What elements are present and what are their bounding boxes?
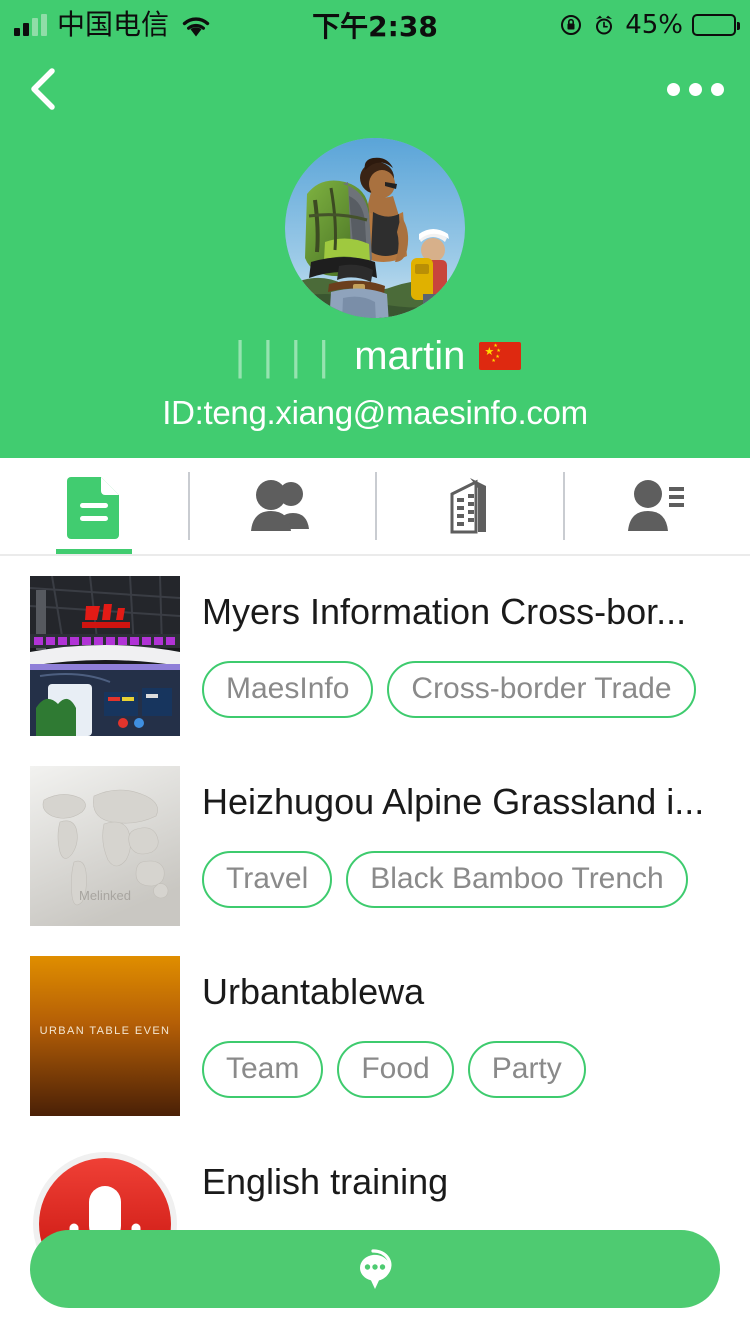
- people-group-icon: [247, 477, 315, 535]
- thumbnail-caption: URBAN TABLE EVEN: [40, 1025, 171, 1037]
- tag[interactable]: Black Bamboo Trench: [346, 851, 688, 908]
- list-item-tags: Travel Black Bamboo Trench: [202, 851, 750, 908]
- carrier-label: 中国电信: [57, 8, 170, 41]
- exhibition-booth-photo: [30, 576, 180, 736]
- person-list-icon: [625, 477, 687, 535]
- thumbnail-watermark: Melinked: [79, 888, 131, 903]
- status-bar-right: 45%: [559, 10, 740, 40]
- name-prefix-glyphs: ||||: [228, 334, 341, 378]
- status-bar: 中国电信 下午2:38 45%: [0, 0, 750, 50]
- urban-table-gradient: URBAN TABLE EVEN: [30, 956, 180, 1116]
- china-flag-icon: ★ ★ ★ ★ ★: [479, 342, 522, 370]
- tab-company[interactable]: [375, 458, 563, 554]
- avatar[interactable]: [285, 138, 465, 318]
- battery-icon: [692, 14, 740, 36]
- tab-bar: [0, 458, 750, 556]
- tag[interactable]: Party: [467, 1041, 586, 1098]
- tab-documents[interactable]: [0, 458, 188, 554]
- signal-bars-icon: [14, 14, 47, 36]
- back-chevron-icon[interactable]: [26, 67, 60, 111]
- status-bar-left: 中国电信: [14, 11, 213, 39]
- tag[interactable]: Food: [337, 1041, 454, 1098]
- list-item-title: English training: [202, 1161, 449, 1202]
- tab-contacts[interactable]: [562, 458, 750, 554]
- list-item-body: Myers Information Cross-bor... MaesInfo …: [180, 576, 750, 718]
- rotation-lock-icon: [559, 13, 583, 37]
- list-item-title: Urbantablewa: [202, 971, 425, 1012]
- nav-bar: [0, 50, 750, 128]
- world-map-placeholder: Melinked: [30, 766, 180, 926]
- display-name: martin: [354, 334, 466, 378]
- wifi-icon: [179, 12, 213, 38]
- list-item-body: English training: [180, 1146, 750, 1231]
- list-item[interactable]: Myers Information Cross-bor... MaesInfo …: [0, 564, 750, 754]
- profile-name-row: |||| martin ★ ★ ★ ★ ★: [0, 336, 750, 376]
- list-item[interactable]: Melinked Heizhugou Alpine Grassland i...…: [0, 754, 750, 944]
- tab-groups[interactable]: [187, 458, 376, 554]
- app-root: 中国电信 下午2:38 45% |||| martin ★ ★ ★ ★ ★ ID…: [0, 0, 750, 1334]
- document-icon: [65, 473, 123, 539]
- tag[interactable]: Cross-border Trade: [387, 661, 696, 718]
- list-item-title: Myers Information Cross-bor...: [202, 591, 687, 632]
- chat-bubble-icon: [344, 1238, 406, 1300]
- profile-header: |||| martin ★ ★ ★ ★ ★ ID:teng.xiang@maes…: [0, 128, 750, 458]
- tag[interactable]: Travel: [202, 851, 333, 908]
- battery-percent-label: 45%: [625, 10, 683, 40]
- list-item-body: Urbantablewa Team Food Party: [180, 956, 750, 1098]
- building-icon: [440, 474, 498, 538]
- chat-fab-button[interactable]: [30, 1230, 720, 1308]
- list-item-title: Heizhugou Alpine Grassland i...: [202, 781, 705, 822]
- alarm-clock-icon: [592, 13, 616, 37]
- tag[interactable]: MaesInfo: [202, 661, 374, 718]
- tag[interactable]: Team: [202, 1041, 324, 1098]
- content-list: Myers Information Cross-bor... MaesInfo …: [0, 556, 750, 1324]
- list-item[interactable]: URBAN TABLE EVEN Urbantablewa Team Food …: [0, 944, 750, 1134]
- list-item-body: Heizhugou Alpine Grassland i... Travel B…: [180, 766, 750, 908]
- more-options-icon[interactable]: [667, 73, 724, 106]
- user-id: ID:teng.xiang@maesinfo.com: [162, 394, 588, 431]
- list-item-tags: Team Food Party: [202, 1041, 750, 1098]
- list-item-tags: MaesInfo Cross-border Trade: [202, 661, 750, 718]
